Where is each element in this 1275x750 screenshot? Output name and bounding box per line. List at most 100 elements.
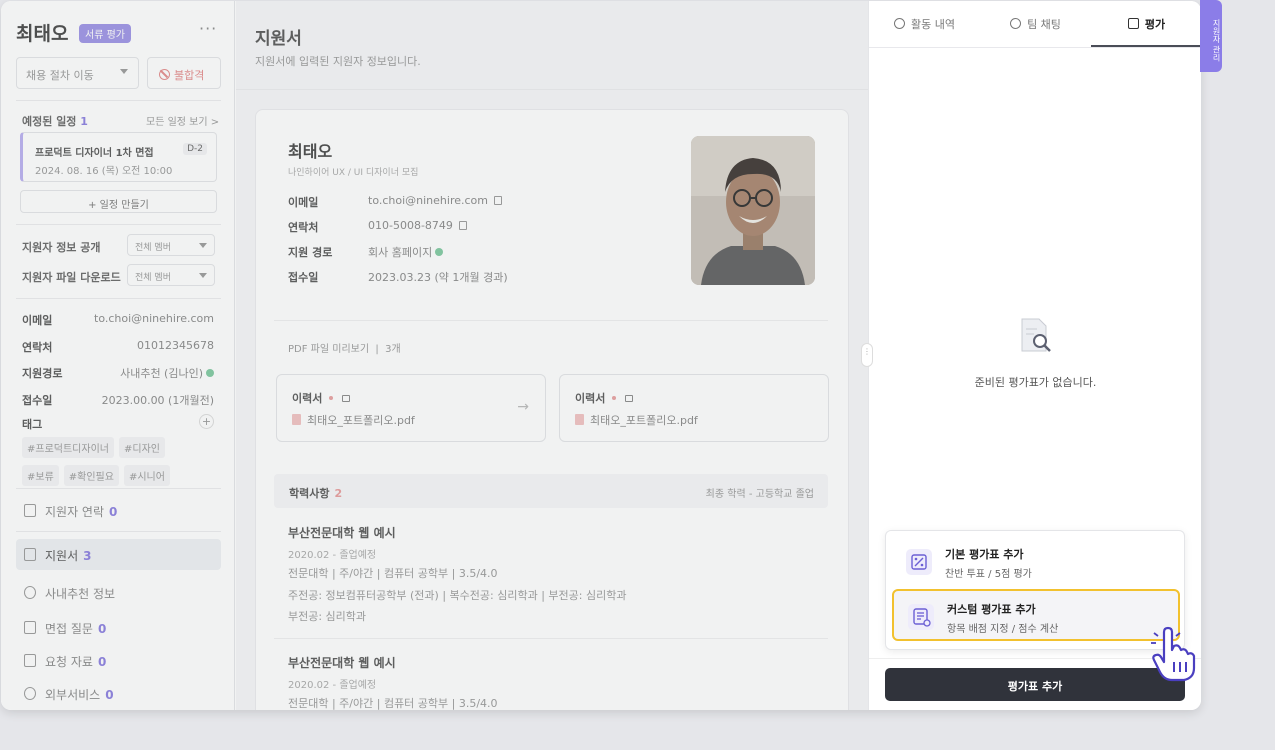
resize-handle[interactable]: ⋮ bbox=[861, 343, 873, 367]
custom-evaluation-option[interactable]: 커스텀 평가표 추가 항목 배점 지정 / 점수 계산 bbox=[892, 589, 1180, 641]
chevron-down-icon bbox=[199, 243, 207, 248]
route-value: 사내추천 (김나인) bbox=[120, 365, 214, 381]
tag[interactable]: #시니어 bbox=[123, 465, 170, 486]
chevron-down-icon bbox=[199, 273, 207, 278]
route-key: 지원경로 bbox=[22, 367, 63, 380]
nav-referral[interactable]: 사내추천 정보 bbox=[16, 577, 221, 608]
evaluation-panel: ⋮ 활동 내역 팀 채팅 평가 준비된 평가표가 없습니다. 기본 평가표 추가… bbox=[861, 1, 1201, 710]
add-evaluation-button[interactable]: 평가표 추가 bbox=[885, 668, 1185, 701]
schedule-label: 예정된 일정 1 bbox=[22, 115, 88, 128]
process-select[interactable]: 채용 절차 이동 bbox=[16, 57, 139, 89]
tab-activity[interactable]: 활동 내역 bbox=[869, 1, 980, 47]
pdf-preview-header: PDF 파일 미리보기 | 3개 bbox=[288, 344, 401, 355]
schedule-title: 프로덕트 디자이너 1차 면접 bbox=[35, 148, 154, 159]
list-settings-icon bbox=[908, 604, 934, 630]
email-value: to.choi@ninehire.com bbox=[94, 312, 214, 325]
add-tag-icon[interactable]: + bbox=[199, 414, 214, 429]
school-name: 부산전문대학 웹 예시 bbox=[288, 656, 396, 670]
divider bbox=[16, 488, 221, 489]
chevron-down-icon bbox=[120, 69, 128, 74]
folder-icon bbox=[24, 654, 36, 667]
schedule-count: 1 bbox=[80, 115, 88, 128]
share-icon bbox=[24, 687, 36, 700]
option-desc: 항목 배점 지정 / 점수 계산 bbox=[947, 624, 1059, 635]
option-title: 기본 평가표 추가 bbox=[945, 548, 1024, 561]
history-icon bbox=[894, 18, 905, 29]
download-label: 지원자 파일 다운로드 bbox=[22, 271, 121, 284]
divider bbox=[869, 47, 1201, 48]
copy-icon[interactable] bbox=[458, 221, 467, 230]
route-value: 회사 홈페이지 bbox=[368, 244, 444, 260]
pdf-icon bbox=[575, 414, 584, 425]
inbox-icon bbox=[24, 621, 36, 634]
pdf-card-title: 이력서 bbox=[292, 390, 351, 406]
clipboard-icon bbox=[24, 548, 36, 561]
school-detail: 전문대학 | 주/야간 | 컴퓨터 공학부 | 3.5/4.0 bbox=[288, 697, 498, 710]
candidate-sidebar: 최태오 서류 평가 ··· 채용 절차 이동 불합격 예정된 일정 1 모든 일… bbox=[1, 1, 235, 710]
share-select[interactable]: 전체 멤버 bbox=[127, 234, 215, 256]
share-value: 전체 멤버 bbox=[135, 243, 171, 253]
dday-badge: D-2 bbox=[183, 143, 207, 155]
nav-external-services[interactable]: 외부서비스 0 bbox=[16, 678, 221, 709]
tag[interactable]: #확인필요 bbox=[63, 465, 119, 486]
phone-key: 연락처 bbox=[22, 341, 53, 354]
school-period: 2020.02 - 졸업예정 bbox=[288, 680, 377, 691]
date-key: 접수일 bbox=[288, 271, 319, 284]
pdf-file-name: 최태오_포트폴리오.pdf bbox=[575, 412, 698, 428]
basic-evaluation-option[interactable]: 기본 평가표 추가 찬반 투표 / 5점 평가 bbox=[892, 536, 1180, 588]
nav-interview-questions[interactable]: 면접 질문 0 bbox=[16, 612, 221, 643]
candidate-management-tab[interactable]: 지원자 관리 bbox=[1200, 0, 1222, 72]
stage-badge: 서류 평가 bbox=[79, 24, 131, 43]
required-dot bbox=[329, 396, 334, 400]
more-icon[interactable]: ··· bbox=[199, 19, 217, 38]
school-detail: 전문대학 | 주/야간 | 컴퓨터 공학부 | 3.5/4.0 bbox=[288, 567, 498, 580]
dimmed-content: 최태오 서류 평가 ··· 채용 절차 이동 불합격 예정된 일정 1 모든 일… bbox=[1, 1, 868, 710]
download-select[interactable]: 전체 멤버 bbox=[127, 264, 215, 286]
nav-application[interactable]: 지원서 3 bbox=[16, 539, 221, 570]
app-window: 최태오 서류 평가 ··· 채용 절차 이동 불합격 예정된 일정 1 모든 일… bbox=[1, 1, 1201, 710]
tab-evaluation[interactable]: 평가 bbox=[1091, 1, 1201, 47]
reject-button[interactable]: 불합격 bbox=[147, 57, 221, 89]
phone-icon bbox=[24, 504, 36, 517]
date-value: 2023.03.23 (약 1개월 경과) bbox=[368, 271, 508, 284]
option-desc: 찬반 투표 / 5점 평가 bbox=[945, 569, 1032, 580]
nav-contact[interactable]: 지원자 연락 0 bbox=[16, 495, 221, 526]
application-main: 지원서 지원서에 입력된 지원자 정보입니다. 최태오 나인하이어 UX / U… bbox=[236, 1, 868, 710]
users-icon bbox=[24, 586, 36, 599]
page-subtitle: 지원서에 입력된 지원자 정보입니다. bbox=[255, 55, 421, 68]
tag[interactable]: #보류 bbox=[22, 465, 59, 486]
percent-icon bbox=[906, 549, 932, 575]
applicant-name: 최태오 bbox=[288, 142, 333, 161]
copy-icon[interactable] bbox=[494, 196, 502, 205]
divider bbox=[236, 89, 868, 90]
pdf-card[interactable]: 이력서 최태오_포트폴리오.pdf → bbox=[276, 374, 546, 442]
check-icon bbox=[206, 369, 214, 377]
empty-state-text: 준비된 평가표가 없습니다. bbox=[974, 376, 1097, 389]
check-icon bbox=[435, 248, 444, 256]
required-dot bbox=[612, 396, 617, 400]
tab-team-chat[interactable]: 팀 채팅 bbox=[980, 1, 1091, 47]
school-name: 부산전문대학 웹 예시 bbox=[288, 526, 396, 540]
lock-icon bbox=[342, 395, 351, 402]
nav-requested-files[interactable]: 요청 자료 0 bbox=[16, 645, 221, 676]
divider bbox=[16, 298, 221, 299]
candidate-name: 최태오 bbox=[16, 23, 69, 45]
view-all-schedules-link[interactable]: 모든 일정 보기 > bbox=[146, 113, 219, 128]
email-key: 이메일 bbox=[22, 314, 53, 327]
school-major: 주전공: 정보컴퓨터공학부 (전과) | 복수전공: 심리학과 | 부전공: 심… bbox=[288, 589, 627, 602]
ban-icon bbox=[159, 69, 170, 80]
tag[interactable]: #디자인 bbox=[118, 437, 165, 458]
make-schedule-button[interactable]: + 일정 만들기 bbox=[20, 190, 217, 213]
edit-icon bbox=[1127, 18, 1139, 29]
schedule-card[interactable]: 프로덕트 디자이너 1차 면접 2024. 08. 16 (목) 오전 10:0… bbox=[20, 132, 217, 182]
page-title: 지원서 bbox=[255, 29, 302, 49]
process-select-label: 채용 절차 이동 bbox=[26, 69, 94, 82]
pdf-card[interactable]: 이력서 최태오_포트폴리오.pdf bbox=[559, 374, 829, 442]
schedule-date: 2024. 08. 16 (목) 오전 10:00 bbox=[35, 166, 173, 177]
pdf-file-name: 최태오_포트폴리오.pdf bbox=[292, 412, 415, 428]
divider bbox=[274, 638, 828, 639]
tag[interactable]: #프로덕트디자이너 bbox=[22, 437, 114, 458]
phone-key: 연락처 bbox=[288, 221, 319, 234]
phone-value: 01012345678 bbox=[137, 339, 214, 352]
share-label: 지원자 정보 공개 bbox=[22, 241, 101, 254]
